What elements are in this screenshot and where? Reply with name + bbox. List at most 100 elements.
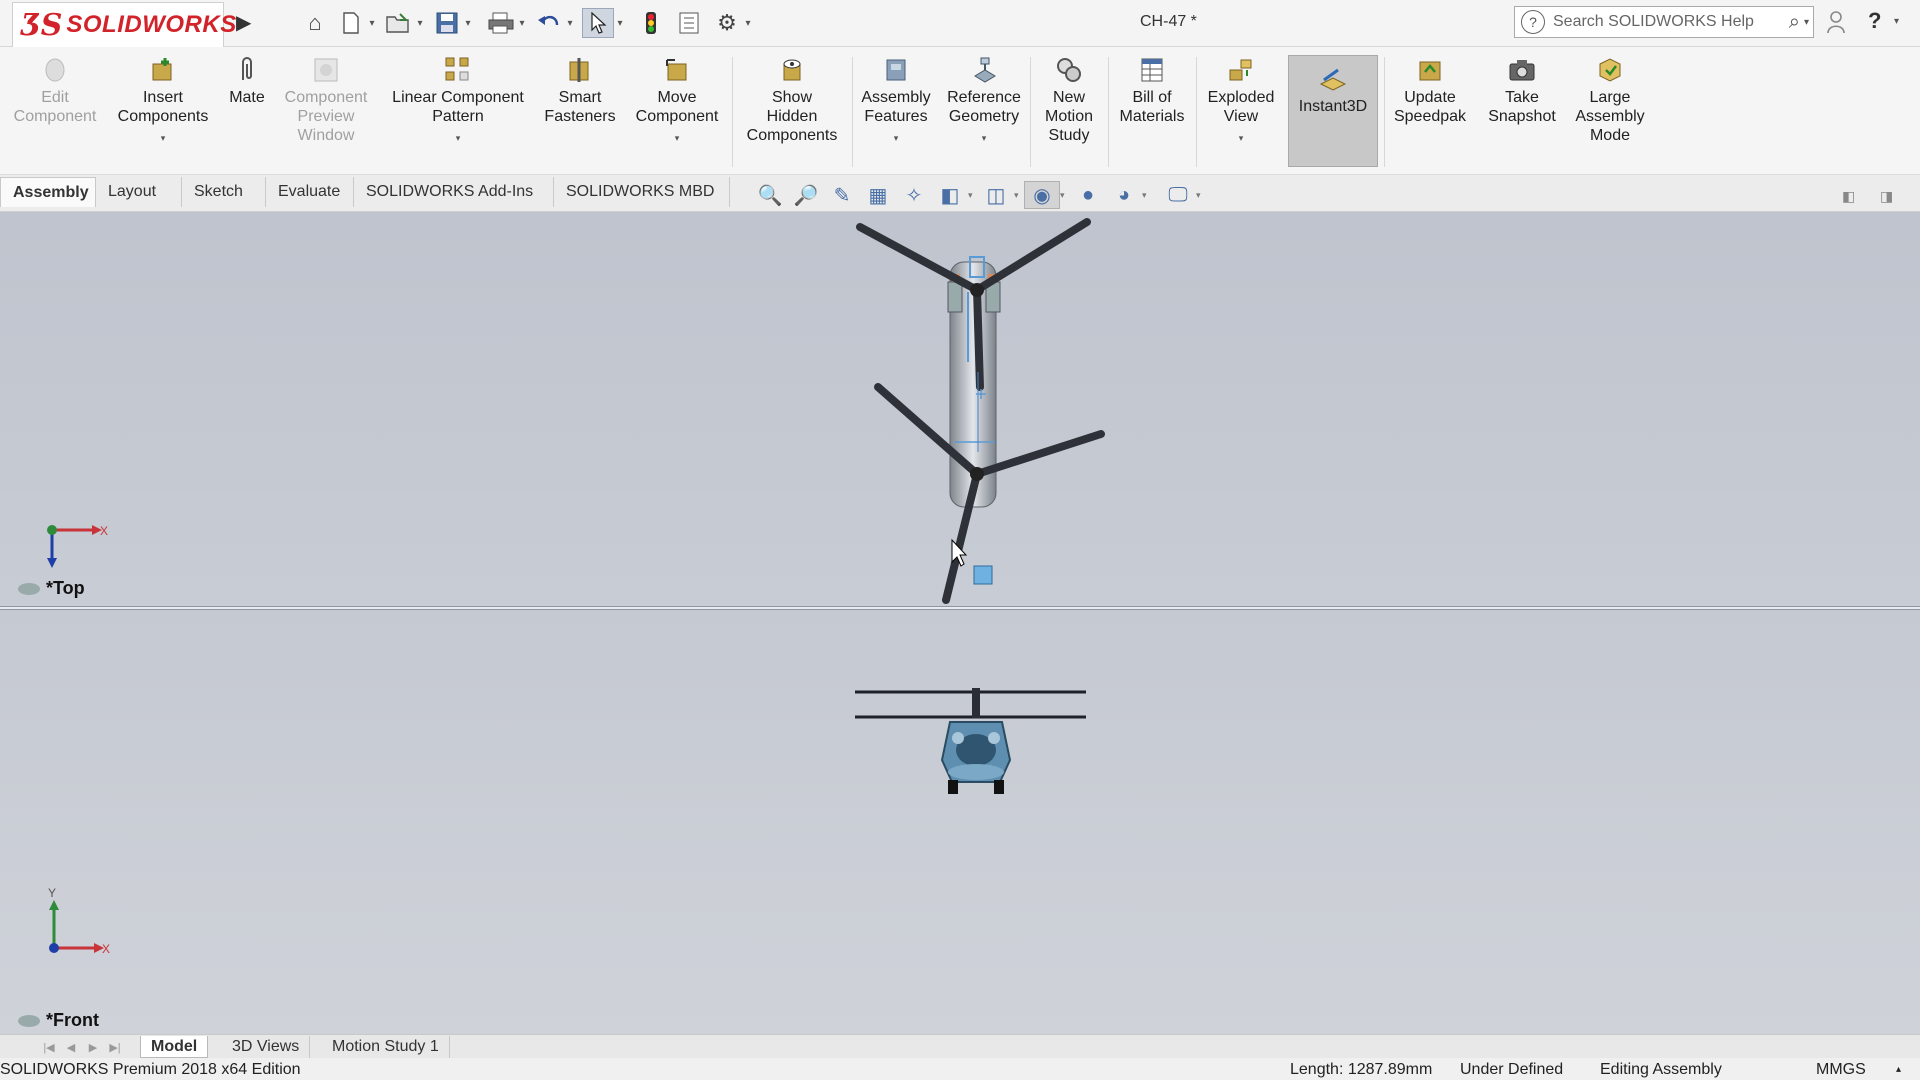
search-icon[interactable]: ⌕ [1789,11,1800,34]
open-folder-icon[interactable] [384,9,414,37]
graphics-viewport-top[interactable]: X *Top [0,212,1920,606]
units-selector[interactable]: MMGS [1816,1061,1866,1079]
select-pointer-icon[interactable] [582,8,614,38]
smart-fasteners-button[interactable]: Smart Fasteners [538,55,622,126]
title-bar: ƷS SOLIDWORKS ▶ ⌂ ▾ ▾ ▾ ▾ ▾ ▾ ⚙ ▾ CH-47 … [0,0,1920,48]
linear-component-pattern-button[interactable]: Linear Component Pattern ▾ [384,55,532,148]
next-tab-icon[interactable]: ▶ [82,1038,104,1056]
new-document-icon[interactable] [336,9,366,37]
view-orientation-dropdown-icon[interactable]: ▾ [968,190,978,201]
help-search-box[interactable]: ? Search SOLIDWORKS Help ⌕ ▾ [1514,6,1814,38]
save-icon[interactable] [432,9,462,37]
task-pane-toggle-icon[interactable]: ◨ [1880,188,1893,205]
hide-show-items-icon[interactable]: ◉ [1024,181,1060,209]
exploded-view-button[interactable]: Exploded View ▾ [1200,55,1282,148]
section-view-icon[interactable]: ▦ [860,181,896,209]
top-view-label: *Top [18,578,85,599]
reference-geometry-dropdown-icon[interactable]: ▾ [982,129,987,148]
tab-evaluate[interactable]: Evaluate [266,177,354,207]
tab-assembly[interactable]: Assembly [0,177,96,207]
component-preview-window-button[interactable]: Component Preview Window [276,55,376,145]
rebuild-traffic-light-icon[interactable] [636,9,666,37]
show-hidden-components-icon [777,55,807,85]
previous-view-icon[interactable]: ✎ [824,181,860,209]
print-icon[interactable] [486,9,516,37]
update-speedpak-button[interactable]: Update Speedpak [1388,55,1472,126]
solidworks-logo[interactable]: ƷS SOLIDWORKS [12,2,236,48]
take-snapshot-button[interactable]: Take Snapshot [1478,55,1566,126]
display-style-icon[interactable]: ◫ [978,181,1014,209]
edition-text: SOLIDWORKS Premium 2018 x64 Edition [0,1061,301,1078]
edit-component-button[interactable]: Edit Component [10,55,100,126]
file-properties-icon[interactable] [674,9,704,37]
tab-sketch[interactable]: Sketch [182,177,266,207]
top-view-triad: X [47,524,108,568]
insert-components-dropdown-icon[interactable]: ▾ [161,129,166,148]
helicopter-top-view-model[interactable] [0,212,1920,606]
first-tab-icon[interactable]: |◀ [38,1038,60,1056]
user-account-icon[interactable] [1826,10,1846,40]
edit-appearance-icon[interactable]: ● [1070,181,1106,209]
assembly-features-button[interactable]: Assembly Features ▾ [856,55,936,148]
tab-solidworks-mbd[interactable]: SOLIDWORKS MBD [554,177,730,207]
print-dropdown-icon[interactable]: ▾ [516,18,528,29]
options-dropdown-icon[interactable]: ▾ [742,18,754,29]
options-gear-icon[interactable]: ⚙ [712,9,742,37]
help-dropdown-icon[interactable]: ▾ [1894,16,1899,27]
front-view-label: *Front [18,1010,99,1031]
view-settings-dropdown-icon[interactable]: ▾ [1196,190,1206,201]
tab-model[interactable]: Model [140,1036,209,1058]
menu-expand-icon[interactable]: ▶ [236,10,251,35]
undo-icon[interactable] [534,9,564,37]
view-eye-icon[interactable] [18,1014,40,1027]
view-settings-monitor-icon[interactable]: 🖵 [1160,181,1196,209]
zoom-to-area-icon[interactable]: 🔎 [788,181,824,209]
undo-dropdown-icon[interactable]: ▾ [564,18,576,29]
hide-show-dropdown-icon[interactable]: ▾ [1060,190,1070,201]
ribbon-separator [1030,57,1031,167]
instant3d-button[interactable]: Instant3D [1288,55,1378,167]
apply-scene-icon[interactable]: ◕ [1106,181,1142,209]
reference-geometry-button[interactable]: Reference Geometry ▾ [942,55,1026,148]
insert-components-button[interactable]: Insert Components ▾ [112,55,214,148]
linear-pattern-dropdown-icon[interactable]: ▾ [456,129,461,148]
tab-layout[interactable]: Layout [96,177,182,207]
tab-solidworks-add-ins[interactable]: SOLIDWORKS Add-Ins [354,177,554,207]
search-placeholder: Search SOLIDWORKS Help [1553,13,1754,30]
view-orientation-icon[interactable]: ◧ [932,181,968,209]
tab-motion-study-1[interactable]: Motion Study 1 [322,1036,450,1058]
previous-tab-icon[interactable]: ◀ [60,1038,82,1056]
camera-icon [1507,55,1537,85]
bill-of-materials-button[interactable]: Bill of Materials [1112,55,1192,126]
move-component-button[interactable]: Move Component ▾ [628,55,726,148]
show-hidden-components-button[interactable]: Show Hidden Components [738,55,846,145]
select-dropdown-icon[interactable]: ▾ [614,18,626,29]
help-icon[interactable]: ? [1868,8,1881,34]
search-dropdown-icon[interactable]: ▾ [1804,17,1809,28]
new-motion-study-label: New Motion Study [1044,89,1094,144]
last-tab-icon[interactable]: ▶| [104,1038,126,1056]
units-dropdown-icon[interactable]: ▴ [1896,1064,1901,1075]
edit-component-icon [40,55,70,85]
tab-3d-views[interactable]: 3D Views [222,1036,311,1058]
restore-panel-icon[interactable]: ◧ [1842,188,1855,205]
front-view-label-text: *Front [46,1010,99,1030]
home-icon[interactable]: ⌂ [300,9,330,37]
dynamic-annotation-icon[interactable]: ✧ [896,181,932,209]
mate-button[interactable]: Mate [222,55,272,107]
exploded-view-dropdown-icon[interactable]: ▾ [1239,129,1244,148]
display-style-dropdown-icon[interactable]: ▾ [1014,190,1024,201]
new-dropdown-icon[interactable]: ▾ [366,18,378,29]
apply-scene-dropdown-icon[interactable]: ▾ [1142,190,1152,201]
large-assembly-mode-button[interactable]: Large Assembly Mode [1572,55,1648,145]
view-eye-icon[interactable] [18,582,40,595]
graphics-viewport-front[interactable]: Y X *Front [0,610,1920,1034]
zoom-to-fit-icon[interactable]: 🔍 [752,181,788,209]
move-component-dropdown-icon[interactable]: ▾ [675,129,680,148]
helicopter-front-view-model[interactable] [0,610,1920,1034]
bill-of-materials-icon [1137,55,1167,85]
open-dropdown-icon[interactable]: ▾ [414,18,426,29]
save-dropdown-icon[interactable]: ▾ [462,18,474,29]
assembly-features-dropdown-icon[interactable]: ▾ [894,129,899,148]
new-motion-study-button[interactable]: New Motion Study [1034,55,1104,145]
